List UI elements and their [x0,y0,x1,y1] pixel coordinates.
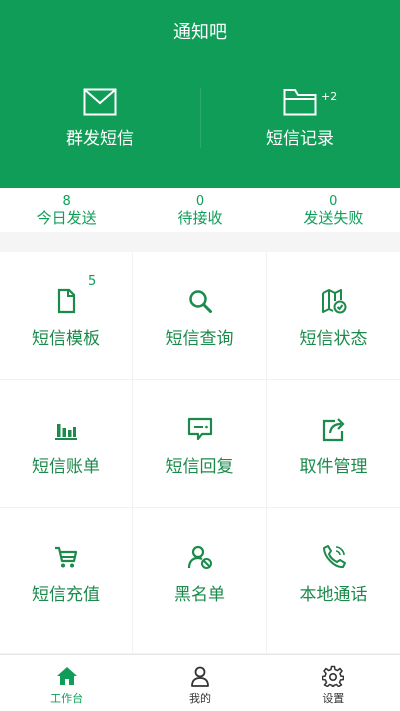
stat-label: 今日发送 [36,209,97,227]
cart-icon [55,546,78,568]
feature-grid: 5 短信模板 短信查询 短信状态 短信账单 短信回复 取件管理 短信充值 黑名单… [0,252,400,654]
grid-item-sms-template[interactable]: 5 短信模板 [0,252,133,380]
home-icon [56,667,77,685]
grid-item-label: 短信回复 [165,457,234,477]
grid-item-label: 短信账单 [32,457,100,477]
tab-label: 设置 [322,692,345,705]
gear-icon [322,665,345,687]
mass-sms-button[interactable]: 群发短信 [0,88,200,149]
grid-item-sms-reply[interactable]: 短信回复 [133,380,267,508]
search-icon [188,290,212,313]
tab-mine[interactable]: 我的 [133,655,266,711]
header: 通知吧 群发短信 短信记录 +2 [0,0,400,188]
bar-chart-icon [55,424,77,440]
grid-item-label: 短信充值 [32,585,100,605]
grid-item-sms-status[interactable]: 短信状态 [267,252,400,380]
grid-item-sms-query[interactable]: 短信查询 [133,252,267,380]
stat-failed[interactable]: 0 发送失败 [267,188,400,232]
tab-label: 工作台 [50,692,84,705]
grid-item-pickup-manage[interactable]: 取件管理 [267,380,400,508]
phone-icon [322,545,346,569]
grid-item-label: 黑名单 [174,585,225,605]
envelope-icon [83,88,117,116]
grid-item-label: 短信状态 [299,329,368,349]
grid-item-sms-bill[interactable]: 短信账单 [0,380,133,508]
user-block-icon [187,545,212,569]
stat-value: 0 [329,194,338,209]
grid-item-label: 短信查询 [165,329,234,349]
sms-records-label: 短信记录 [266,129,334,149]
tab-workbench[interactable]: 工作台 [0,655,133,711]
share-icon [322,418,345,442]
user-icon [191,666,209,687]
stat-value: 0 [195,194,205,209]
stat-label: 待接收 [177,209,223,227]
stat-today-sent[interactable]: 8 今日发送 [0,188,133,232]
grid-item-label: 取件管理 [299,457,368,477]
tab-settings[interactable]: 设置 [267,655,400,711]
stat-value: 8 [62,194,71,209]
map-status-icon [321,289,346,314]
mass-sms-label: 群发短信 [66,129,134,149]
sms-records-badge: +2 [321,90,338,103]
grid-item-blacklist[interactable]: 黑名单 [133,508,267,654]
template-count-badge: 5 [88,274,97,289]
stats-bar: 8 今日发送 0 待接收 0 发送失败 [0,188,400,232]
bottom-tab-bar: 工作台 我的 设置 [0,654,400,711]
stat-label: 发送失败 [303,209,364,227]
grid-item-local-call[interactable]: 本地通话 [267,508,400,654]
grid-item-label: 本地通话 [299,585,368,605]
sms-records-button[interactable]: 短信记录 [200,88,400,149]
folder-icon [283,89,317,116]
tab-label: 我的 [188,692,211,705]
document-icon [57,288,76,314]
message-reply-icon [187,417,212,441]
app-title: 通知吧 [173,22,227,43]
grid-item-sms-recharge[interactable]: 短信充值 [0,508,133,654]
stat-pending[interactable]: 0 待接收 [133,188,266,232]
grid-item-label: 短信模板 [32,329,100,349]
